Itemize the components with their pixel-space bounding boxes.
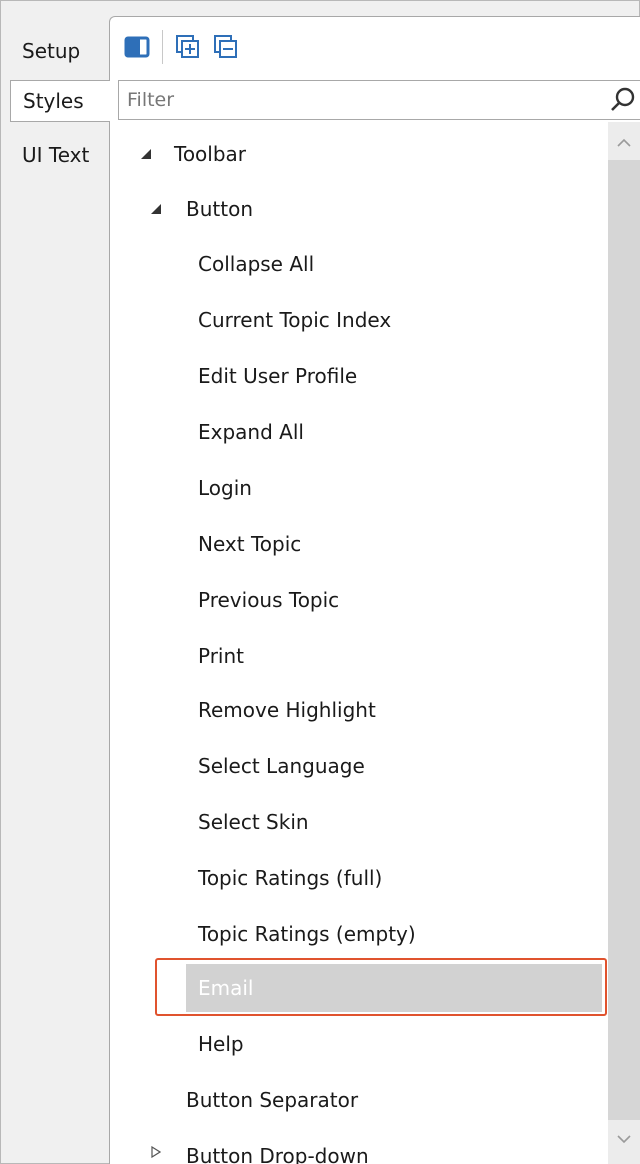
tree-item-label: Edit User Profile	[198, 364, 358, 388]
tab-styles[interactable]: Styles	[10, 80, 110, 122]
chevron-down-icon	[617, 1135, 631, 1144]
tree-node-button[interactable]: Button	[186, 185, 253, 233]
tree-item[interactable]: Previous Topic	[198, 576, 339, 624]
expand-all-icon	[176, 35, 199, 58]
tree-item[interactable]: Remove Highlight	[198, 686, 376, 734]
tree-clipped-row: Button Drop-down	[119, 1132, 607, 1164]
tab-ui-text-label: UI Text	[22, 143, 90, 167]
expand-all-button[interactable]	[173, 32, 203, 62]
tree-node-button-dropdown[interactable]: Button Drop-down	[186, 1132, 369, 1164]
tree-item-label: Login	[198, 476, 252, 500]
panel-toolbar	[122, 28, 241, 66]
tab-setup-label: Setup	[22, 39, 81, 63]
filter-input[interactable]	[119, 81, 599, 119]
tree-node-label: Button	[186, 197, 253, 221]
tree-item-label: Select Skin	[198, 810, 309, 834]
collapse-all-icon	[214, 35, 237, 58]
tab-setup[interactable]: Setup	[10, 30, 108, 72]
tree-item[interactable]: Current Topic Index	[198, 296, 391, 344]
chevron-up-icon	[617, 138, 631, 147]
tree-item[interactable]: Help	[198, 1020, 244, 1068]
tree-item[interactable]: Collapse All	[198, 240, 314, 288]
tree-item-label: Topic Ratings (full)	[198, 866, 383, 890]
collapse-all-button[interactable]	[211, 32, 241, 62]
tree-item[interactable]: Topic Ratings (empty)	[198, 910, 416, 958]
tree-item-label: Help	[198, 1032, 244, 1056]
filter-box	[118, 80, 640, 120]
tree-item-label: Previous Topic	[198, 588, 340, 612]
tree-node-button-separator[interactable]: Button Separator	[186, 1076, 358, 1124]
collapsed-caret-icon[interactable]	[151, 1146, 161, 1158]
tree-item-label: Topic Ratings (empty)	[198, 922, 416, 946]
tree-item[interactable]: Print	[198, 632, 244, 680]
tree-item[interactable]: Select Language	[198, 742, 365, 790]
scroll-up-button[interactable]	[608, 124, 640, 162]
tree-item[interactable]: Login	[198, 464, 252, 512]
tree-item[interactable]: Next Topic	[198, 520, 301, 568]
tree-item-label: Collapse All	[198, 252, 315, 276]
panel-toggle-icon	[124, 36, 150, 58]
tree-scrollbar-thumb[interactable]	[608, 160, 640, 1120]
tree-item-label: Email	[198, 976, 254, 1000]
expanded-caret-icon[interactable]	[150, 203, 162, 215]
tree-node-label: Button Separator	[186, 1088, 359, 1112]
toolbar-separator	[162, 30, 163, 64]
panel-toggle-button[interactable]	[122, 32, 152, 62]
scroll-down-button[interactable]	[608, 1120, 640, 1158]
tree-item[interactable]: Expand All	[198, 408, 304, 456]
tree-item[interactable]: Edit User Profile	[198, 352, 357, 400]
tree-item-label: Print	[198, 644, 245, 668]
tab-styles-label: Styles	[23, 89, 84, 113]
tree-item-selected[interactable]: Email	[198, 964, 254, 1012]
tree-item-label: Current Topic Index	[198, 308, 392, 332]
tree-item[interactable]: Topic Ratings (full)	[198, 854, 382, 902]
tree-item-label: Expand All	[198, 420, 304, 444]
tree-node-label: Button Drop-down	[186, 1144, 369, 1164]
tab-ui-text[interactable]: UI Text	[10, 134, 108, 176]
tree-node-label: Toolbar	[174, 142, 247, 166]
tree-item[interactable]: Select Skin	[198, 798, 309, 846]
tree-node-toolbar[interactable]: Toolbar	[174, 130, 246, 178]
tree-item-label: Next Topic	[198, 532, 302, 556]
expanded-caret-icon[interactable]	[140, 148, 152, 160]
search-icon[interactable]	[609, 86, 637, 114]
tree-item-label: Remove Highlight	[198, 698, 376, 722]
tree-item-label: Select Language	[198, 754, 365, 778]
